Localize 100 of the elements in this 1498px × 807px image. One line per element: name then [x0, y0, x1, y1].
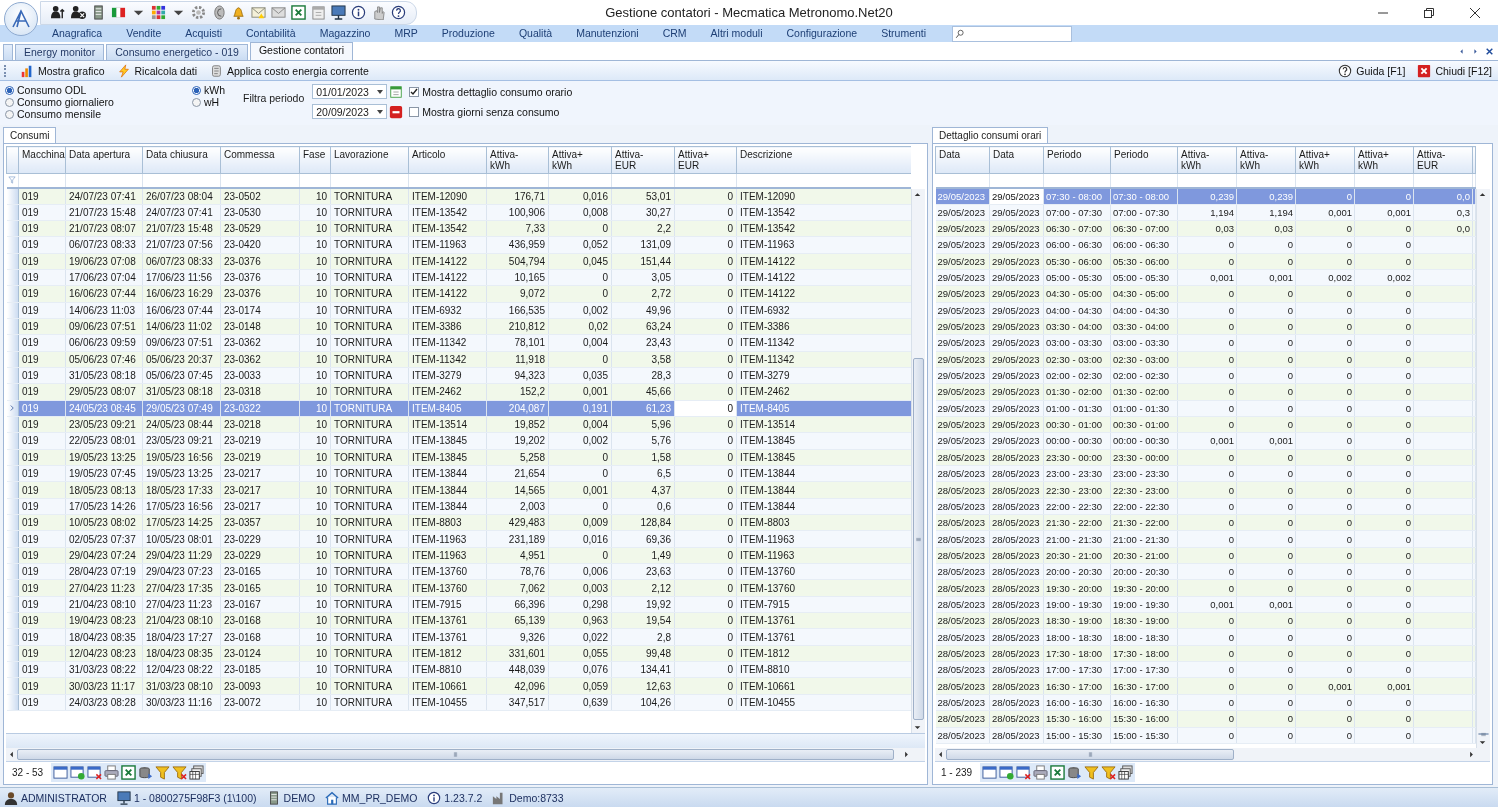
- column-header[interactable]: Attiva- EUR: [1413, 146, 1473, 174]
- printer-icon[interactable]: [104, 764, 120, 780]
- stacked-tables-icon[interactable]: [189, 764, 205, 780]
- filter-icon[interactable]: [1084, 764, 1100, 780]
- gear-icon[interactable]: [191, 5, 206, 20]
- caret-icon[interactable]: [377, 89, 384, 94]
- help-icon[interactable]: [391, 5, 406, 20]
- toolbar-button[interactable]: Chiudi [F12]: [1415, 63, 1494, 78]
- document-tab[interactable]: Energy monitor: [15, 44, 105, 60]
- toolbar-button[interactable]: Ricalcola dati: [114, 63, 199, 78]
- spreadsheet-icon[interactable]: [291, 5, 306, 20]
- column-header[interactable]: Descrizione: [736, 146, 911, 174]
- filter-clear-icon[interactable]: [1101, 764, 1117, 780]
- table-delete-icon[interactable]: [87, 764, 103, 780]
- checkbox[interactable]: Mostra dettaglio consumo orario: [409, 86, 573, 98]
- column-header[interactable]: Periodo: [1110, 146, 1178, 174]
- table-add-icon[interactable]: [70, 764, 86, 780]
- database-icon[interactable]: [138, 764, 154, 780]
- radio-dot-icon[interactable]: [192, 85, 201, 95]
- menu-item[interactable]: Qualità: [506, 25, 565, 42]
- grid-icon[interactable]: [151, 5, 166, 20]
- menu-item[interactable]: Altri moduli: [698, 25, 775, 42]
- column-header[interactable]: Attiva- EUR: [611, 146, 675, 174]
- menu-item[interactable]: Magazzino: [307, 25, 383, 42]
- filter-icon[interactable]: [155, 764, 171, 780]
- document-tab[interactable]: Gestione contatori: [249, 42, 354, 60]
- radio-button[interactable]: wH: [192, 96, 243, 108]
- menu-item[interactable]: Acquisti: [173, 25, 234, 42]
- radio-button[interactable]: kWh: [192, 84, 243, 96]
- column-header[interactable]: Data: [989, 146, 1044, 174]
- radio-button[interactable]: Consumo ODL: [5, 84, 192, 96]
- column-header[interactable]: Data: [935, 146, 990, 174]
- server-icon[interactable]: [91, 5, 106, 20]
- column-header[interactable]: Articolo: [408, 146, 487, 174]
- column-header[interactable]: Periodo: [1043, 146, 1111, 174]
- search-field[interactable]: [952, 25, 1073, 42]
- printer-icon[interactable]: [1033, 764, 1049, 780]
- radio-dot-icon[interactable]: [5, 109, 14, 119]
- column-header[interactable]: Attiva+ kWh: [1354, 146, 1414, 174]
- monitor-icon[interactable]: [331, 5, 346, 20]
- column-header[interactable]: Data chiusura: [142, 146, 221, 174]
- toolbar-button[interactable]: Applica costo energia corrente: [207, 63, 371, 78]
- menu-item[interactable]: Contabilità: [234, 25, 308, 42]
- filter-clear-icon[interactable]: [172, 764, 188, 780]
- column-header[interactable]: Attiva- kWh: [486, 146, 549, 174]
- column-header[interactable]: Attiva- kWh: [1236, 146, 1296, 174]
- column-header[interactable]: Data apertura: [65, 146, 143, 174]
- column-header[interactable]: Attiva+ EUR: [674, 146, 737, 174]
- spreadsheet-icon[interactable]: [121, 764, 137, 780]
- flag-icon[interactable]: [111, 5, 126, 20]
- menu-item[interactable]: Strumenti: [869, 25, 939, 42]
- column-header[interactable]: Attiva+ kWh: [1295, 146, 1355, 174]
- column-header[interactable]: Lavorazione: [330, 146, 409, 174]
- radio-dot-icon[interactable]: [5, 85, 14, 95]
- radio-button[interactable]: Consumo giornaliero: [5, 96, 192, 108]
- close-icon[interactable]: [1485, 47, 1494, 56]
- table-icon[interactable]: [53, 764, 69, 780]
- toolbar-button[interactable]: Mostra grafico: [18, 63, 107, 78]
- table-delete-icon[interactable]: [1016, 764, 1032, 780]
- column-header[interactable]: Attiva+ kWh: [548, 146, 612, 174]
- vertical-scrollbar[interactable]: [911, 189, 925, 733]
- horizontal-scrollbar[interactable]: [6, 748, 925, 761]
- coin-icon[interactable]: [211, 5, 226, 20]
- menu-item[interactable]: Vendite: [114, 25, 174, 42]
- vertical-scrollbar[interactable]: [1476, 189, 1490, 748]
- tab-scroll-right-icon[interactable]: [1471, 47, 1480, 56]
- horizontal-scrollbar[interactable]: [935, 748, 1490, 761]
- tab-scroll-left-icon[interactable]: [1457, 47, 1466, 56]
- menu-item[interactable]: Anagrafica: [40, 25, 115, 42]
- radio-button[interactable]: Consumo mensile: [5, 108, 192, 120]
- users-icon[interactable]: [51, 5, 66, 20]
- info-icon[interactable]: [351, 5, 366, 20]
- column-header[interactable]: Fase: [299, 146, 331, 174]
- spreadsheet-icon[interactable]: [1050, 764, 1066, 780]
- database-icon[interactable]: [1067, 764, 1083, 780]
- document-tab[interactable]: Consumo energetico - 019: [106, 44, 248, 60]
- hand-icon[interactable]: [371, 5, 386, 20]
- menu-item[interactable]: Manutenzioni: [564, 25, 651, 42]
- column-header[interactable]: Attiva- kWh: [1177, 146, 1237, 174]
- radio-dot-icon[interactable]: [192, 97, 201, 107]
- date-field[interactable]: 01/01/2023: [312, 84, 388, 99]
- menu-item[interactable]: MRP: [382, 25, 430, 42]
- column-header[interactable]: Commessa: [220, 146, 300, 174]
- user-remove-icon[interactable]: [71, 5, 86, 20]
- menu-item[interactable]: Produzione: [429, 25, 507, 42]
- date-field[interactable]: 20/09/2023: [312, 104, 388, 119]
- caret-icon[interactable]: [377, 109, 384, 114]
- table-icon[interactable]: [982, 764, 998, 780]
- checkbox[interactable]: Mostra giorni senza consumo: [409, 106, 573, 118]
- clear-icon[interactable]: [389, 104, 404, 119]
- column-header[interactable]: Macchina: [18, 146, 66, 174]
- panel-tab[interactable]: Dettaglio consumi orari: [932, 127, 1049, 143]
- radio-dot-icon[interactable]: [5, 97, 14, 107]
- menu-item[interactable]: Configurazione: [774, 25, 870, 42]
- toolbar-button[interactable]: Guida [F1]: [1336, 63, 1408, 78]
- bell-icon[interactable]: [231, 5, 246, 20]
- table-add-icon[interactable]: [999, 764, 1015, 780]
- menu-item[interactable]: CRM: [650, 25, 699, 42]
- panel-tab[interactable]: Consumi: [3, 127, 57, 143]
- calendar-icon[interactable]: [389, 84, 404, 99]
